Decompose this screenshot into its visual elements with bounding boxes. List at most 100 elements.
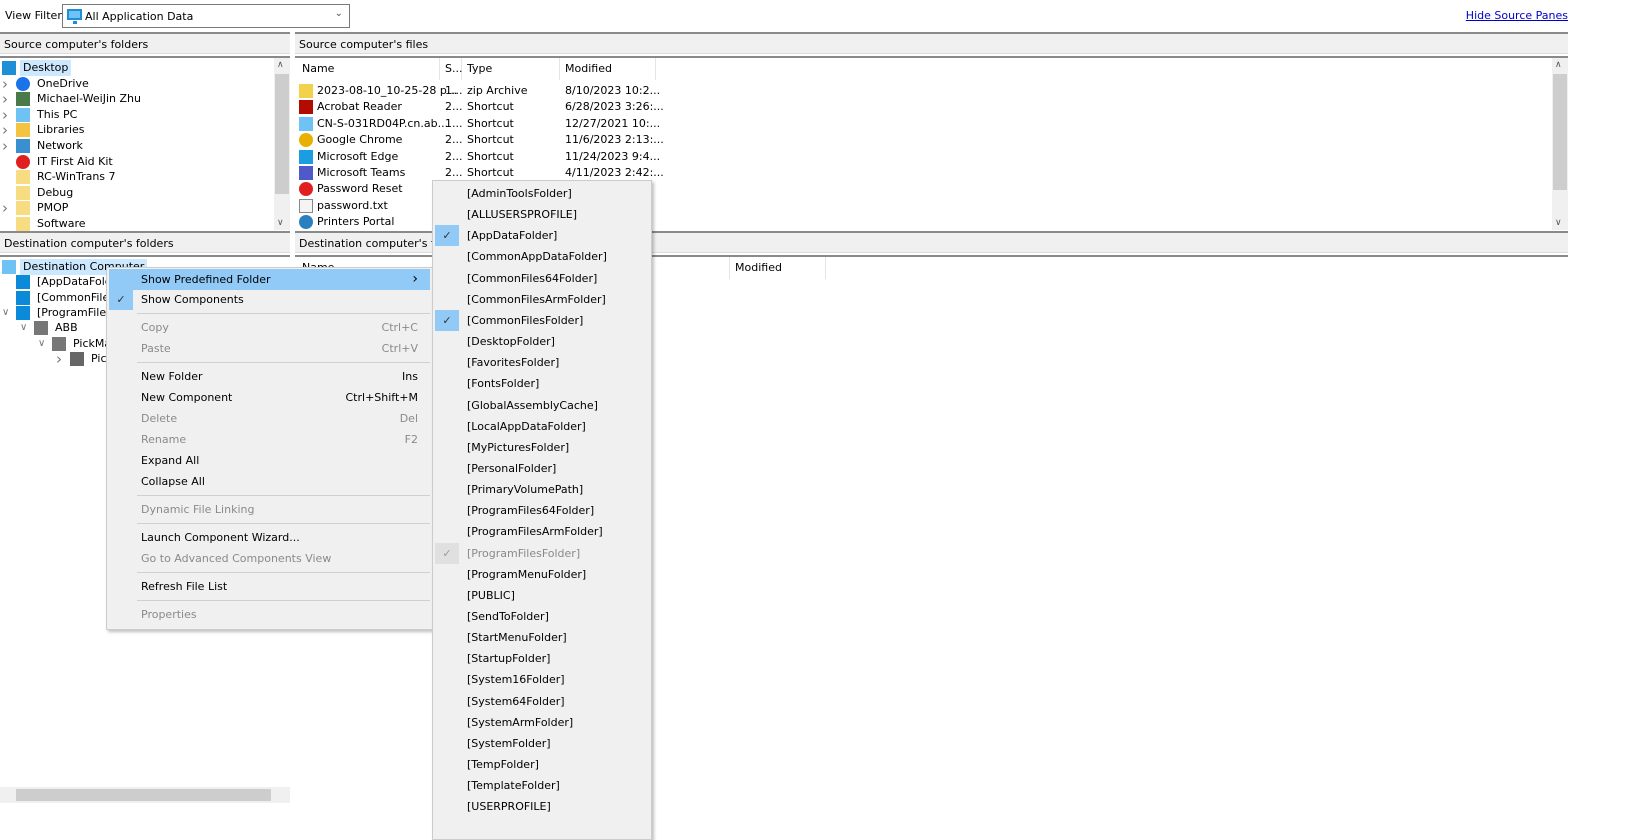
chevron-right-icon[interactable]: › [2,200,8,216]
tree-item[interactable]: Desktop [0,60,290,76]
scroll-thumb[interactable] [275,74,289,194]
menu-item-rename[interactable]: Rename F2 [109,429,430,450]
file-row[interactable]: CN-S-031RD04P.cn.ab... 1... Shortcut 12/27/… [295,116,955,132]
menu-item-shortcut: Ctrl+C [381,321,418,334]
scroll-down-icon[interactable]: ∨ [277,218,284,228]
menu-item-shortcut: Ctrl+V [381,342,418,355]
submenu-item[interactable]: ✓ [AppDataFolder] [435,225,649,247]
submenu-item[interactable]: ✓ [ProgramFilesFolder] [435,542,649,564]
column-header[interactable]: Type [462,58,560,80]
file-row[interactable]: Microsoft Edge 2... Shortcut 11/24/2023 9:4… [295,149,955,165]
file-type: Shortcut [467,133,514,147]
file-row[interactable]: 2023-08-10_10-25-28 p... 1... zip Archive 8… [295,83,955,99]
tree-item[interactable]: › Libraries [0,122,290,138]
tree-item[interactable]: › Network [0,138,290,154]
file-row[interactable]: Google Chrome 2... Shortcut 11/6/2023 2:13:… [295,132,955,148]
column-header[interactable]: Modified [560,58,656,80]
submenu-item-label: [StartupFolder] [467,652,551,666]
submenu-item[interactable]: [SendToFolder] [435,606,649,627]
submenu-item[interactable]: [FavoritesFolder] [435,352,649,373]
menu-item-new-component[interactable]: New Component Ctrl+Shift+M [109,387,430,408]
submenu-item[interactable]: [LocalAppDataFolder] [435,416,649,437]
submenu-item[interactable]: [ALLUSERSPROFILE] [435,204,649,225]
submenu-item[interactable]: [MyPicturesFolder] [435,437,649,458]
submenu-item-label: [LocalAppDataFolder] [467,419,586,433]
menu-item-paste[interactable]: Paste Ctrl+V [109,338,430,359]
chevron-right-icon[interactable]: › [2,76,8,92]
menu-item-dynamic-file-linking[interactable]: Dynamic File Linking [109,499,430,520]
menu-item-expand-all[interactable]: Expand All [109,450,430,471]
submenu-item[interactable]: [CommonFiles64Folder] [435,268,649,289]
submenu-item[interactable]: [ProgramFilesArmFolder] [435,521,649,542]
file-row[interactable]: Microsoft Teams 2... Shortcut 4/11/2023 2:4… [295,165,955,181]
tree-item[interactable]: IT First Aid Kit [0,154,290,170]
submenu-item[interactable]: [PrimaryVolumePath] [435,479,649,500]
menu-item-new-folder[interactable]: New Folder Ins [109,366,430,387]
submenu-item[interactable]: [FontsFolder] [435,373,649,394]
submenu-item[interactable]: [StartMenuFolder] [435,627,649,648]
view-filter-dropdown[interactable]: All Application Data ⌄ [62,4,350,28]
submenu-item[interactable]: [ProgramFiles64Folder] [435,500,649,521]
file-name: password.txt [317,198,388,212]
tree-item[interactable]: RC-WinTrans 7 [0,169,290,185]
chevron-right-icon[interactable]: › [2,91,8,107]
menu-item-refresh-file-list[interactable]: Refresh File List [109,576,430,597]
submenu-item[interactable]: [SystemFolder] [435,733,649,754]
vertical-scrollbar[interactable]: ∧ ∨ [274,58,290,230]
chevron-right-icon[interactable]: › [2,138,8,154]
scroll-up-icon[interactable]: ∧ [1555,60,1562,70]
source-folders-pane: Source computer's folders Desktop › OneDri… [0,32,290,232]
submenu-item[interactable]: [CommonAppDataFolder] [435,246,649,267]
submenu-item[interactable]: [StartupFolder] [435,648,649,669]
menu-item-launch-component-wizard[interactable]: Launch Component Wizard... [109,527,430,548]
scroll-down-icon[interactable]: ∨ [1555,218,1562,228]
scroll-thumb[interactable] [1553,74,1567,190]
menu-item-properties[interactable]: Properties [109,604,430,625]
chevron-right-icon[interactable]: › [2,122,8,138]
tree-item[interactable]: › This PC [0,107,290,123]
file-row[interactable]: Acrobat Reader 2... Shortcut 6/28/2023 3:26… [295,99,955,115]
submenu-item[interactable]: [TempFolder] [435,754,649,775]
horizontal-scrollbar[interactable] [0,787,290,803]
submenu-item[interactable]: [USERPROFILE] [435,796,649,817]
submenu-item[interactable]: [PersonalFolder] [435,458,649,479]
menu-item-copy[interactable]: Copy Ctrl+C [109,317,430,338]
tree-item[interactable]: › OneDrive [0,76,290,92]
submenu-item[interactable]: [System16Folder] [435,669,649,690]
hide-source-panes-link[interactable]: Hide Source Panes [1466,9,1568,22]
tree-item[interactable]: Debug [0,185,290,201]
chevron-down-icon[interactable]: ∨ [38,336,45,352]
submenu-item[interactable]: [ProgramMenuFolder] [435,564,649,585]
submenu-item[interactable]: [AdminToolsFolder] [435,183,649,204]
chevron-down-icon[interactable]: ∨ [2,305,9,321]
column-header[interactable]: S... [440,58,462,80]
menu-item-show-predefined-folder[interactable]: Show Predefined Folder › [109,269,430,290]
column-header[interactable]: Name [297,58,440,80]
submenu-item[interactable]: ✓ [CommonFilesFolder] [435,309,649,331]
menu-item-show-components[interactable]: ✓ Show Components [109,289,430,310]
chevron-right-icon[interactable]: › [56,351,62,367]
submenu-item-label: [AdminToolsFolder] [467,187,572,200]
chevron-down-icon[interactable]: ∨ [20,320,27,336]
tree-item[interactable]: › Michael-WeiJin Zhu [0,91,290,107]
scroll-thumb[interactable] [16,789,271,801]
column-header[interactable]: Modified [730,257,826,279]
submenu-item[interactable]: [SystemArmFolder] [435,712,649,733]
chevron-down-icon: ⌄ [334,8,343,19]
submenu-item[interactable]: [DesktopFolder] [435,331,649,352]
tree-item[interactable]: Software [0,216,290,232]
menu-item-delete[interactable]: Delete Del [109,408,430,429]
chevron-right-icon[interactable]: › [2,107,8,123]
submenu-item[interactable]: [TemplateFolder] [435,775,649,796]
source-folder-tree[interactable]: Desktop › OneDrive › Michael-WeiJin Zhu › This… [0,56,290,232]
submenu-item[interactable]: [PUBLIC] [435,585,649,606]
menu-item-go-to-advanced-components-view[interactable]: Go to Advanced Components View [109,548,430,569]
submenu-item[interactable]: [GlobalAssemblyCache] [435,395,649,416]
submenu-item[interactable]: [System64Folder] [435,691,649,712]
submenu-item[interactable]: [CommonFilesArmFolder] [435,289,649,310]
scroll-up-icon[interactable]: ∧ [277,60,284,70]
tree-item[interactable]: › PMOP [0,200,290,216]
vertical-scrollbar[interactable]: ∧ ∨ [1552,58,1568,230]
computer-icon [2,260,16,274]
menu-item-collapse-all[interactable]: Collapse All [109,471,430,492]
